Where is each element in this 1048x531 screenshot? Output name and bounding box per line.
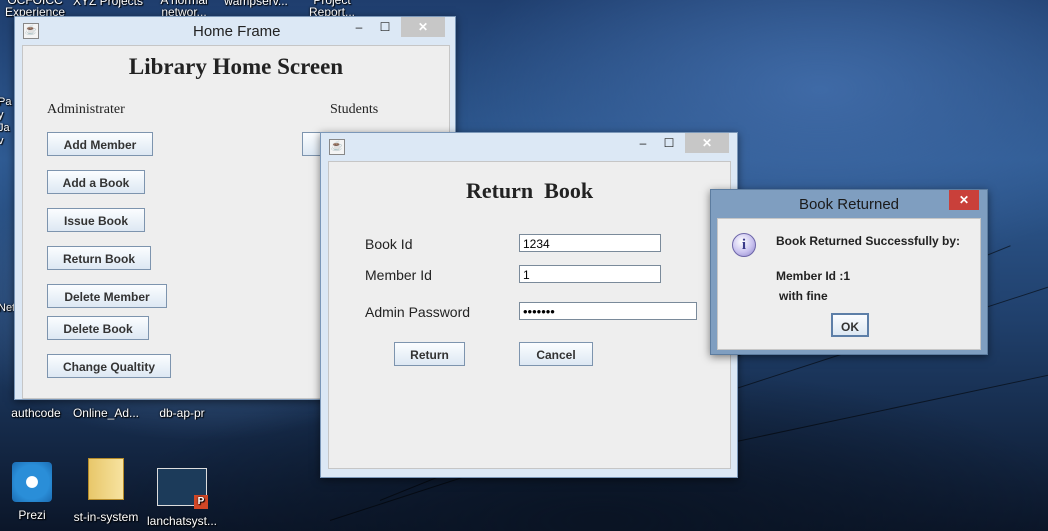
dialog-message-line1: Book Returned Successfully by:: [776, 234, 961, 248]
close-button[interactable]: ✕: [401, 17, 445, 37]
book-id-field[interactable]: 1234: [519, 234, 661, 252]
member-id-label: Member Id: [365, 267, 432, 283]
dialog-content: i Book Returned Successfully by: Member …: [717, 218, 981, 350]
desktop-icon-online-ad[interactable]: Online_Ad...: [70, 406, 142, 420]
minimize-button[interactable]: –: [347, 17, 371, 37]
book-id-label: Book Id: [365, 236, 413, 252]
desktop-icon-prezi[interactable]: Prezi: [0, 462, 68, 522]
close-button[interactable]: ✕: [685, 133, 729, 153]
cancel-button[interactable]: Cancel: [519, 342, 593, 366]
title-bar[interactable]: ☕ Home Frame – ☐ ✕: [15, 17, 455, 45]
maximize-button[interactable]: ☐: [373, 17, 397, 37]
students-label: Students: [330, 102, 379, 117]
add-member-button[interactable]: Add Member: [47, 132, 153, 156]
member-id-field[interactable]: 1: [519, 265, 661, 283]
admin-password-field[interactable]: •••••••: [519, 302, 697, 320]
java-icon: ☕: [23, 23, 39, 39]
desktop-icon-st-in-system[interactable]: st-in-system: [70, 458, 142, 524]
dialog-message-line3: with fine: [779, 289, 828, 303]
book-returned-dialog: Book Returned ✕ i Book Returned Successf…: [710, 189, 988, 355]
return-book-content: Return Book Book Id 1234 Member Id 1 Adm…: [328, 161, 731, 469]
page-title: Return Book: [465, 178, 594, 203]
folder-icon: [88, 458, 124, 500]
title-bar[interactable]: Book Returned ✕: [711, 190, 987, 218]
prezi-icon: [12, 462, 52, 502]
desktop-icon-authcode[interactable]: authcode: [0, 406, 72, 420]
close-button[interactable]: ✕: [949, 190, 979, 210]
powerpoint-icon: P: [157, 468, 208, 509]
desktop-icon[interactable]: XYZ Projects: [72, 0, 144, 8]
maximize-button[interactable]: ☐: [657, 133, 681, 153]
issue-book-button[interactable]: Issue Book: [47, 208, 145, 232]
window-title: Home Frame: [193, 23, 281, 40]
add-a-book-button[interactable]: Add a Book: [47, 170, 145, 194]
title-bar[interactable]: ☕ – ☐ ✕: [321, 133, 737, 161]
admin-password-label: Admin Password: [365, 304, 471, 320]
change-qualtity-button[interactable]: Change Qualtity: [47, 354, 171, 378]
delete-member-button[interactable]: Delete Member: [47, 284, 167, 308]
return-book-button[interactable]: Return Book: [47, 246, 151, 270]
desktop-icon-lanchatsyst[interactable]: P lanchatsyst...: [146, 468, 218, 528]
dialog-message-line2: Member Id :1: [776, 269, 851, 283]
minimize-button[interactable]: –: [631, 133, 655, 153]
return-book-window: ☕ – ☐ ✕ Return Book Book Id 1234 Member …: [320, 132, 738, 478]
dialog-title: Book Returned: [798, 196, 900, 213]
page-title: Library Home Screen: [128, 54, 344, 79]
return-button[interactable]: Return: [394, 342, 465, 366]
info-icon: i: [732, 233, 756, 257]
desktop-icon-db-ap-pr[interactable]: db-ap-pr: [146, 406, 218, 420]
desktop-icon[interactable]: wampserv...: [220, 0, 292, 8]
ok-button[interactable]: OK: [831, 313, 869, 337]
java-icon: ☕: [329, 139, 345, 155]
delete-book-button[interactable]: Delete Book: [47, 316, 149, 340]
administrater-label: Administrater: [47, 102, 125, 117]
